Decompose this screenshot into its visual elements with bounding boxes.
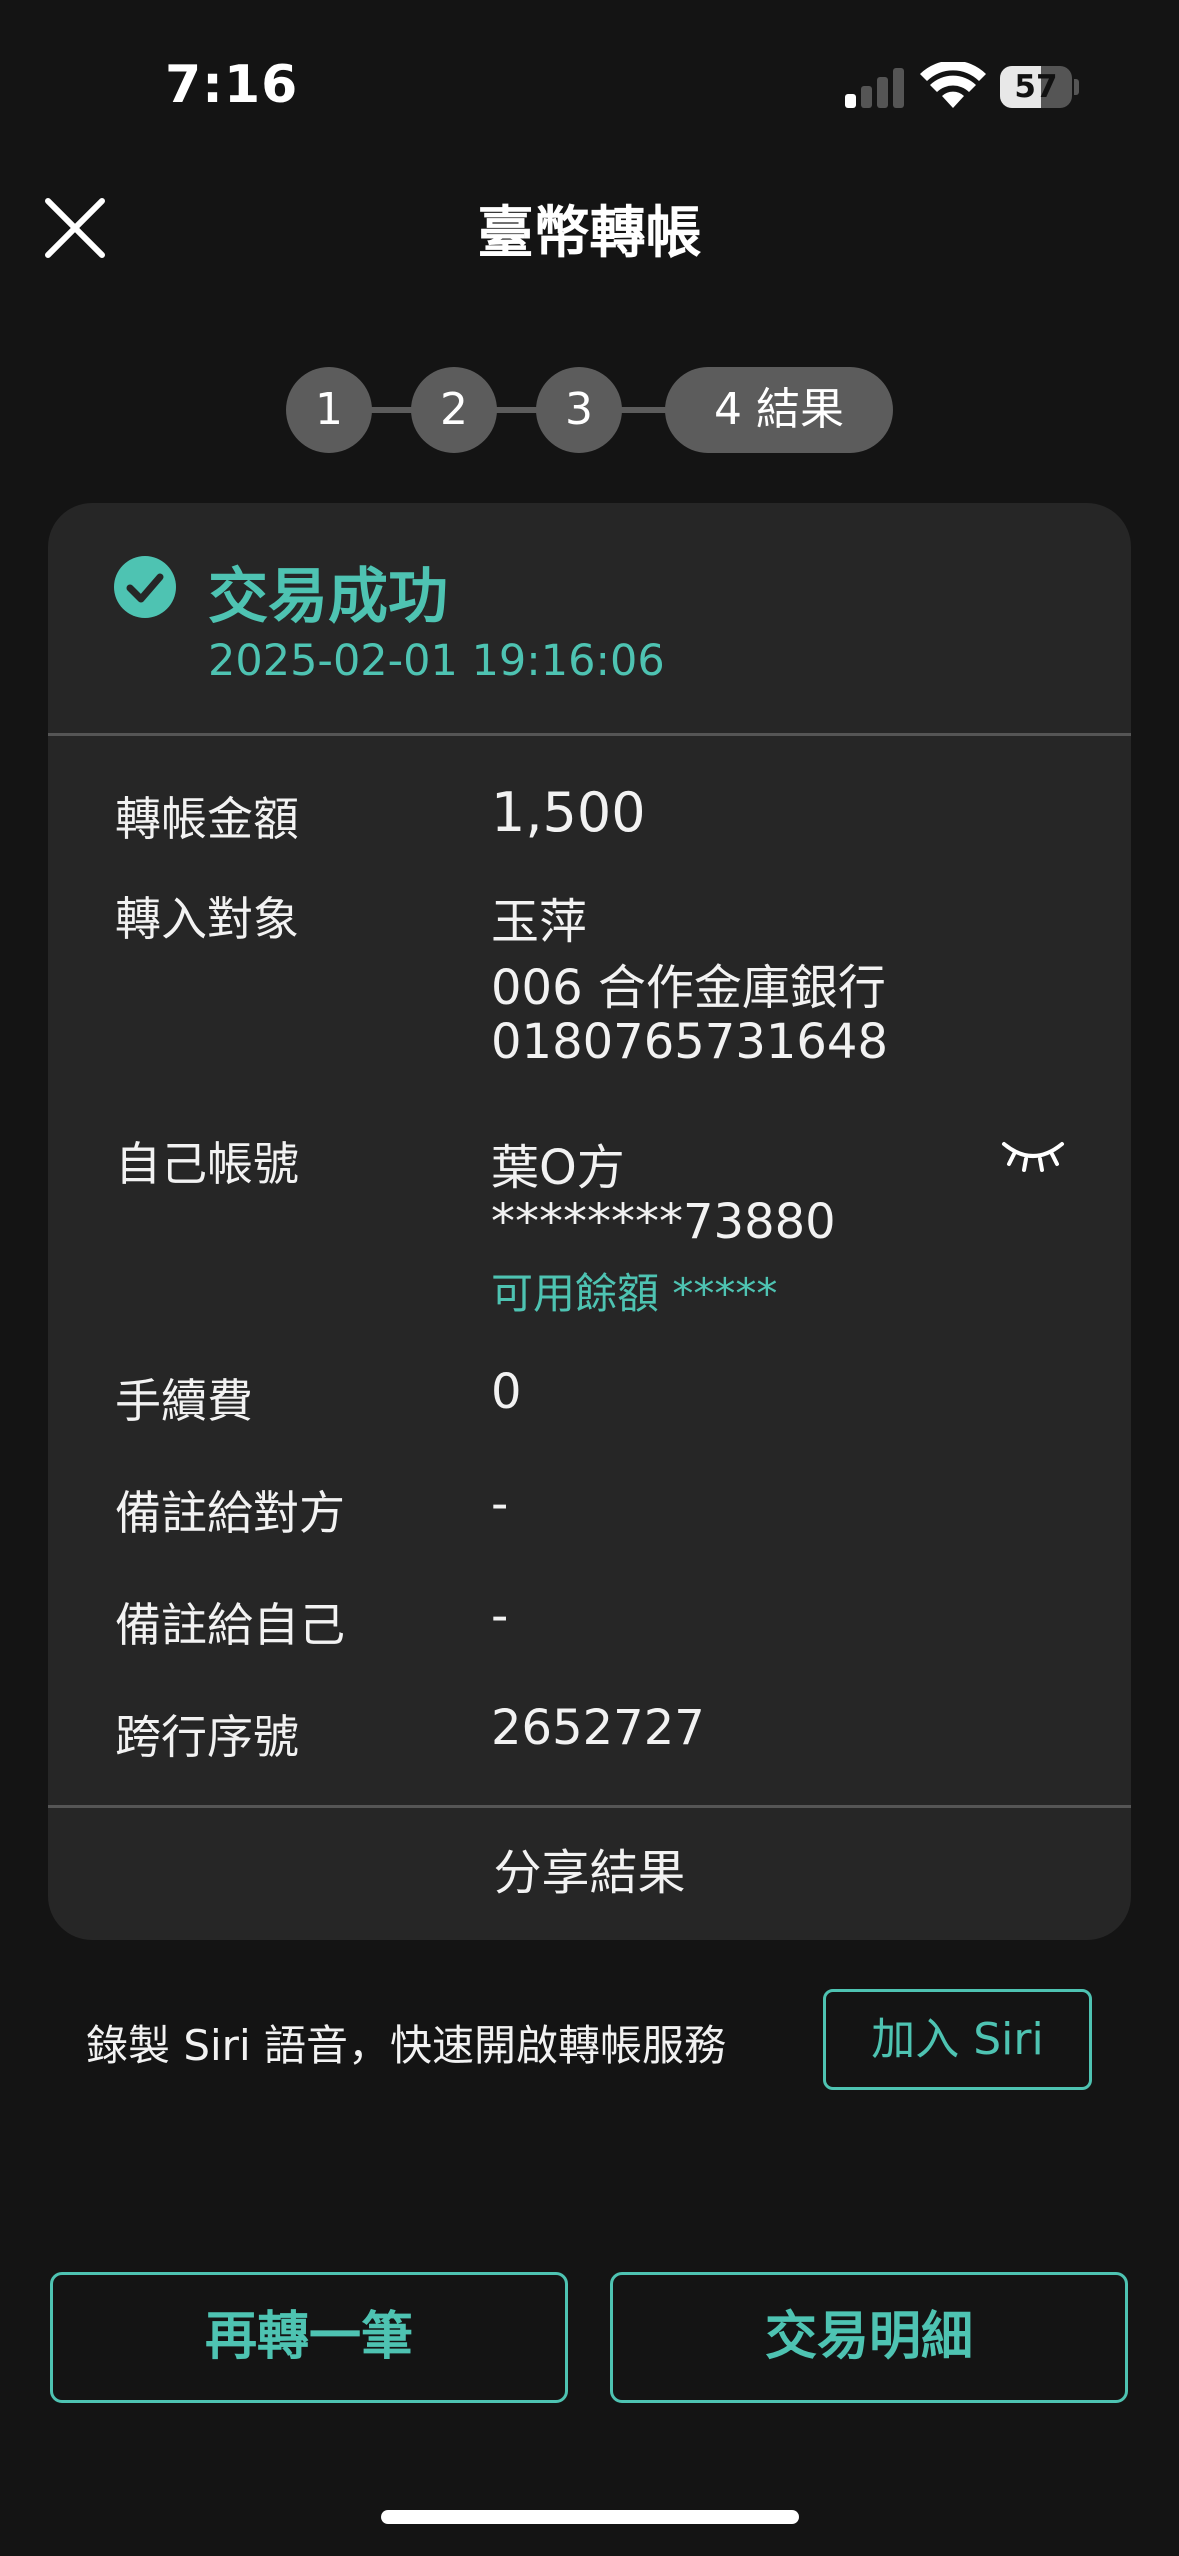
step-2: 2 [411, 367, 497, 453]
available-balance: 可用餘額 ***** [491, 1269, 778, 1318]
own-account-label: 自己帳號 [115, 1137, 299, 1191]
status-time: 7:16 [165, 55, 299, 115]
note-to-payee-label: 備註給對方 [115, 1486, 345, 1540]
fee-label: 手續費 [115, 1374, 253, 1428]
own-account-name: 葉O方 [491, 1140, 625, 1196]
payee-bank: 006 合作金庫銀行 [491, 960, 886, 1016]
step-1: 1 [286, 367, 372, 453]
home-indicator[interactable] [381, 2510, 799, 2524]
eye-closed-icon[interactable] [1000, 1138, 1066, 1178]
siri-prompt: 錄製 Siri 語音，快速開啟轉帳服務 [86, 2021, 726, 2070]
battery-icon: 57 [1000, 66, 1079, 108]
step-3: 3 [536, 367, 622, 453]
transfer-again-button[interactable]: 再轉一筆 [50, 2272, 568, 2403]
transaction-status: 交易成功 [208, 562, 448, 632]
note-to-self-value: - [491, 1588, 509, 1644]
cellular-signal-icon [845, 66, 905, 108]
note-to-self-label: 備註給自己 [115, 1598, 345, 1652]
battery-percent: 57 [1014, 69, 1058, 105]
check-circle-icon [114, 556, 176, 618]
note-to-payee-value: - [491, 1476, 509, 1532]
transaction-details-button[interactable]: 交易明細 [610, 2272, 1128, 2403]
add-to-siri-button[interactable]: 加入 Siri [823, 1989, 1092, 2090]
payee-label: 轉入對象 [115, 892, 299, 946]
amount-label: 轉帳金額 [115, 792, 299, 846]
interbank-seq-label: 跨行序號 [115, 1710, 299, 1764]
step-4-result: 4 結果 [665, 367, 893, 453]
interbank-seq-value: 2652727 [491, 1700, 705, 1756]
wifi-icon [920, 62, 986, 108]
page-title: 臺幣轉帳 [477, 201, 702, 266]
payee-account: 0180765731648 [491, 1014, 889, 1070]
share-result-button[interactable]: 分享結果 [48, 1808, 1131, 1938]
amount-value: 1,500 [491, 781, 646, 844]
payee-name: 玉萍 [491, 894, 588, 950]
own-account-number: ********73880 [491, 1194, 836, 1250]
card-divider [48, 733, 1131, 736]
transaction-timestamp: 2025-02-01 19:16:06 [208, 636, 665, 686]
fee-value: 0 [491, 1364, 522, 1420]
